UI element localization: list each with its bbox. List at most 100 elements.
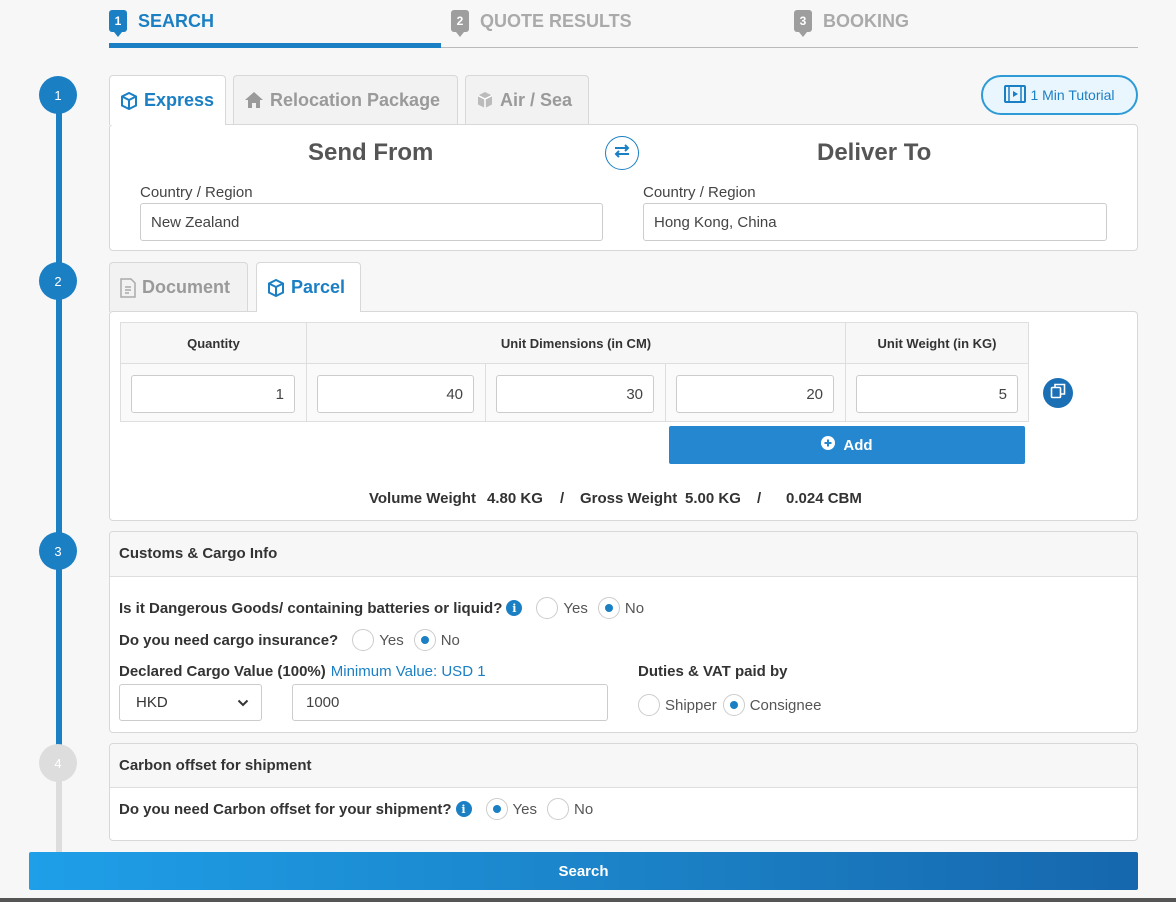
step-booking[interactable]: 3 BOOKING (794, 10, 909, 37)
add-label: Add (843, 436, 873, 454)
divider (110, 576, 1137, 577)
duties-label: Duties & VAT paid by (638, 663, 788, 680)
length-input[interactable]: 40 (317, 375, 474, 413)
destination-country-label: Country / Region (643, 184, 756, 201)
width-value: 30 (626, 385, 643, 403)
tab-label: Parcel (291, 277, 346, 297)
cell-divider (306, 363, 307, 422)
quantity-input[interactable]: 1 (131, 375, 295, 413)
gross-weight-value: 5.00 KG (685, 490, 741, 507)
dimensions-header: Unit Dimensions (in CM) (306, 322, 846, 364)
insurance-yes-option[interactable]: Yes (352, 629, 404, 651)
divider (110, 787, 1137, 788)
dangerous-yes-option[interactable]: Yes (536, 597, 588, 619)
volume-weight-label: Volume Weight (369, 490, 476, 507)
volume-weight-value: 4.80 KG (487, 490, 543, 507)
add-parcel-button[interactable]: Add (669, 426, 1025, 464)
timeline-progress-line (56, 95, 62, 775)
length-value: 40 (446, 385, 463, 403)
carbon-no-option[interactable]: No (547, 798, 593, 820)
height-input[interactable]: 20 (676, 375, 834, 413)
search-label: Search (558, 862, 609, 880)
destination-country-input[interactable]: Hong Kong, China (643, 203, 1107, 241)
consignee-option[interactable]: Consignee (722, 694, 822, 716)
carbon-yes-option[interactable]: Yes (485, 798, 537, 820)
tab-label: Relocation Package (270, 89, 441, 110)
chevron-down-icon (237, 694, 249, 711)
box-icon (267, 278, 285, 297)
declared-value-input[interactable]: 1000 (292, 684, 608, 721)
radio-icon (638, 694, 660, 716)
swap-direction-button[interactable] (605, 136, 639, 170)
radio-icon (722, 694, 745, 716)
radio-icon (536, 597, 559, 619)
separator: / (560, 490, 565, 507)
dangerous-goods-row: Is it Dangerous Goods/ containing batter… (119, 597, 644, 619)
origin-country-label: Country / Region (140, 184, 253, 201)
radio-icon (485, 798, 508, 820)
quantity-value: 1 (275, 385, 284, 403)
origin-country-value: New Zealand (151, 213, 240, 231)
weight-header: Unit Weight (in KG) (845, 322, 1029, 364)
radio-icon (413, 629, 436, 651)
declared-value: 1000 (306, 694, 340, 711)
tutorial-button[interactable]: 1 Min Tutorial (981, 75, 1138, 115)
dangerous-no-option[interactable]: No (597, 597, 644, 619)
currency-value: HKD (136, 694, 168, 711)
origin-country-input[interactable]: New Zealand (140, 203, 603, 241)
box-icon (120, 91, 138, 110)
timeline-step-1: 1 (39, 76, 77, 114)
tab-air-sea[interactable]: Air / Sea (465, 75, 589, 124)
tab-document[interactable]: Document (109, 262, 248, 312)
insurance-question: Do you need cargo insurance? (119, 631, 339, 649)
cell-divider (665, 363, 666, 422)
shipper-option[interactable]: Shipper (638, 694, 717, 716)
tab-parcel[interactable]: Parcel (256, 262, 361, 312)
insurance-no-option[interactable]: No (413, 629, 460, 651)
currency-select[interactable]: HKD (119, 684, 262, 721)
tutorial-label: 1 Min Tutorial (1030, 87, 1115, 103)
option-label: Consignee (749, 696, 822, 714)
swap-icon (613, 143, 631, 164)
unit-weight-value: 5 (998, 385, 1007, 403)
option-label: Shipper (665, 696, 717, 714)
info-icon[interactable]: i (506, 600, 523, 616)
option-label: Yes (512, 800, 537, 818)
timeline-step-4: 4 (39, 744, 77, 782)
step-search[interactable]: 1 SEARCH (109, 10, 215, 37)
box-icon (476, 91, 494, 109)
copy-icon (1050, 383, 1066, 404)
document-icon (120, 277, 136, 298)
active-step-indicator (109, 43, 441, 48)
customs-title: Customs & Cargo Info (119, 545, 278, 562)
cell-divider (485, 363, 486, 422)
deliver-to-title: Deliver To (817, 139, 932, 166)
minimum-value-note: Minimum Value: USD 1 (330, 663, 486, 680)
tab-label: Express (144, 90, 215, 110)
tab-express[interactable]: Express (109, 75, 226, 125)
tab-relocation-package[interactable]: Relocation Package (233, 75, 458, 124)
cbm-value: 0.024 CBM (786, 490, 862, 507)
carbon-question: Do you need Carbon offset for your shipm… (119, 800, 452, 818)
cell-divider (845, 363, 846, 422)
width-input[interactable]: 30 (496, 375, 654, 413)
tab-label: Air / Sea (500, 89, 573, 110)
search-button[interactable]: Search (29, 852, 1138, 890)
height-value: 20 (806, 385, 823, 403)
page-bottom-border (0, 898, 1176, 902)
destination-country-value: Hong Kong, China (654, 213, 777, 231)
info-icon[interactable]: i (455, 801, 472, 817)
duplicate-row-button[interactable] (1043, 378, 1073, 408)
step-number: 3 (794, 10, 812, 37)
unit-weight-input[interactable]: 5 (856, 375, 1018, 413)
declared-value-label: Declared Cargo Value (100%) (119, 663, 326, 680)
declared-value-row: Declared Cargo Value (100%) Minimum Valu… (119, 663, 486, 680)
dangerous-goods-question: Is it Dangerous Goods/ containing batter… (119, 599, 503, 617)
home-icon (244, 91, 264, 109)
step-number: 2 (451, 10, 469, 37)
timeline-pending-line (56, 775, 62, 853)
step-label: SEARCH (138, 10, 215, 31)
option-label: No (574, 800, 594, 818)
step-quote-results[interactable]: 2 QUOTE RESULTS (451, 10, 632, 37)
option-label: Yes (563, 599, 588, 617)
